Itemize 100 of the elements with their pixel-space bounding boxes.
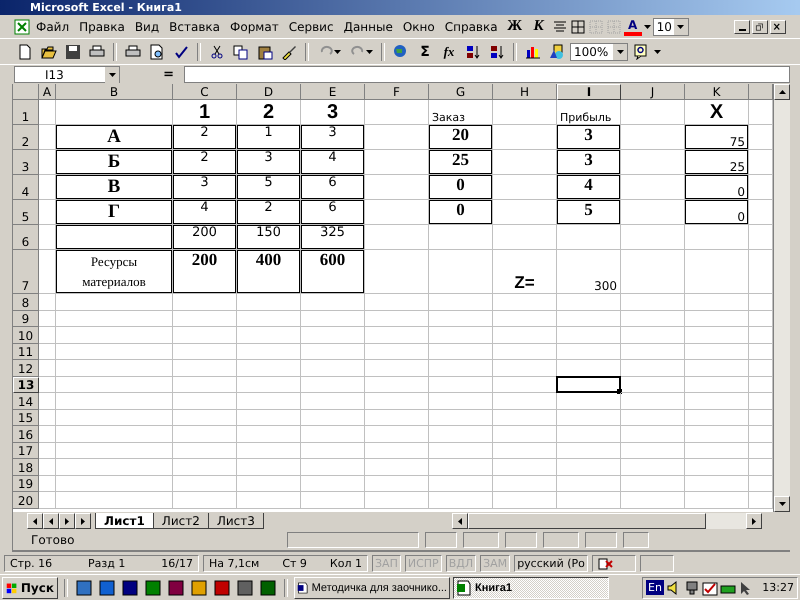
scroll-down-button[interactable] xyxy=(774,496,790,512)
row-header[interactable]: 15 xyxy=(13,410,39,426)
calendar-icon xyxy=(702,580,718,596)
table-cell xyxy=(39,426,56,442)
table-cell: Заказ xyxy=(429,100,493,125)
scroll-left-button[interactable] xyxy=(452,513,468,529)
status-panel xyxy=(463,532,499,548)
restore-button[interactable] xyxy=(752,20,768,34)
table-cell xyxy=(39,360,56,376)
row-header[interactable]: 2 xyxy=(13,125,39,150)
row-header[interactable]: 14 xyxy=(13,393,39,410)
tab-scroll-button[interactable] xyxy=(59,513,75,529)
menu-item[interactable]: Правка xyxy=(75,20,129,34)
name-box[interactable]: I13 xyxy=(14,66,120,83)
table-cell xyxy=(237,310,301,327)
column-header[interactable]: I xyxy=(557,84,621,100)
close-button[interactable] xyxy=(770,20,786,34)
function-button[interactable]: fx xyxy=(438,41,460,62)
row-header[interactable]: 18 xyxy=(13,459,39,476)
table-cell xyxy=(685,410,749,426)
font-size-dropdown[interactable]: 10 xyxy=(652,18,689,36)
application-icon xyxy=(99,580,115,596)
language-indicator[interactable]: En xyxy=(646,580,664,595)
row-header[interactable]: 19 xyxy=(13,476,39,492)
column-header[interactable]: G xyxy=(429,84,493,100)
row-header[interactable]: 12 xyxy=(13,360,39,376)
menu-item[interactable]: Справка xyxy=(440,20,502,34)
checkmark-icon xyxy=(173,44,189,60)
autosum-button[interactable]: Σ xyxy=(414,41,436,62)
quick-launch-button[interactable] xyxy=(258,578,278,598)
row-header[interactable]: 7 xyxy=(13,250,39,294)
select-all-corner[interactable] xyxy=(13,84,39,100)
quick-launch-button[interactable] xyxy=(74,578,94,598)
font-color-button[interactable]: A xyxy=(624,18,642,36)
menu-item[interactable]: Формат xyxy=(226,20,283,34)
taskbar-button[interactable]: Книга1 xyxy=(453,576,609,598)
quick-launch-button[interactable] xyxy=(143,578,163,598)
menu-item[interactable]: Файл xyxy=(32,20,74,34)
table-cell xyxy=(237,476,301,492)
column-header[interactable]: B xyxy=(56,84,173,100)
quick-launch-button[interactable] xyxy=(212,578,232,598)
bold-button[interactable]: Ж xyxy=(504,16,526,37)
start-button[interactable]: Пуск xyxy=(2,576,58,598)
scroll-thumb[interactable] xyxy=(468,513,706,529)
row-header[interactable]: 10 xyxy=(13,327,39,344)
row-header[interactable]: 8 xyxy=(13,294,39,310)
table-cell xyxy=(557,442,621,459)
quick-launch-button[interactable] xyxy=(120,578,140,598)
table-cell xyxy=(493,310,557,327)
paintbrush-icon xyxy=(281,44,297,60)
column-header[interactable]: A xyxy=(39,84,56,100)
table-cell xyxy=(621,393,685,410)
quick-launch-button[interactable] xyxy=(166,578,186,598)
column-header[interactable]: J xyxy=(621,84,685,100)
row-header[interactable]: 16 xyxy=(13,426,39,442)
row-header[interactable]: 20 xyxy=(13,492,39,508)
table-cell xyxy=(39,492,56,508)
row-header[interactable]: 6 xyxy=(13,225,39,250)
quick-launch-button[interactable] xyxy=(97,578,117,598)
row-header[interactable]: 3 xyxy=(13,150,39,175)
taskbar-button[interactable]: Методичка для заочнико... xyxy=(294,576,450,598)
row-header[interactable]: 9 xyxy=(13,310,39,327)
italic-button[interactable]: К xyxy=(528,16,550,37)
arrow-icon xyxy=(458,518,462,524)
scroll-up-button[interactable] xyxy=(774,84,790,100)
table-cell xyxy=(493,344,557,360)
tab-scroll-button[interactable] xyxy=(75,513,91,529)
language-indicator[interactable]: русский (Ро xyxy=(514,554,588,572)
scroll-right-button[interactable] xyxy=(746,513,762,529)
column-header[interactable]: D xyxy=(237,84,301,100)
menu-item[interactable]: Вставка xyxy=(165,20,224,34)
quick-launch-button[interactable] xyxy=(235,578,255,598)
formula-input[interactable] xyxy=(184,66,790,83)
column-header[interactable]: F xyxy=(365,84,429,100)
table-cell xyxy=(173,393,237,410)
zoom-dropdown[interactable]: 100% xyxy=(570,42,628,60)
row-header[interactable]: 17 xyxy=(13,442,39,459)
sheet-tab[interactable]: Лист1 xyxy=(95,513,154,529)
row-header[interactable]: 1 xyxy=(13,100,39,125)
menu-item[interactable]: Вид xyxy=(130,20,164,34)
column-header[interactable]: C xyxy=(173,84,237,100)
menu-item[interactable]: Окно xyxy=(398,20,439,34)
sheet-tab[interactable]: Лист2 xyxy=(152,513,209,529)
column-header[interactable]: K xyxy=(685,84,749,100)
row-header[interactable]: 5 xyxy=(13,200,39,225)
column-header[interactable]: E xyxy=(301,84,365,100)
menu-item[interactable]: Сервис xyxy=(284,20,338,34)
minimize-button[interactable] xyxy=(734,20,750,34)
menu-item[interactable]: Данные xyxy=(340,20,397,34)
row-header[interactable]: 4 xyxy=(13,175,39,200)
table-cell xyxy=(493,476,557,492)
table-cell xyxy=(557,294,621,310)
row-header[interactable]: 11 xyxy=(13,344,39,360)
tab-scroll-button[interactable] xyxy=(43,513,59,529)
tab-scroll-button[interactable] xyxy=(27,513,43,529)
sheet-tab[interactable]: Лист3 xyxy=(208,513,264,529)
table-cell: 5 xyxy=(557,200,621,225)
column-header[interactable]: H xyxy=(493,84,557,100)
row-header[interactable]: 13 xyxy=(13,376,39,393)
quick-launch-button[interactable] xyxy=(189,578,209,598)
